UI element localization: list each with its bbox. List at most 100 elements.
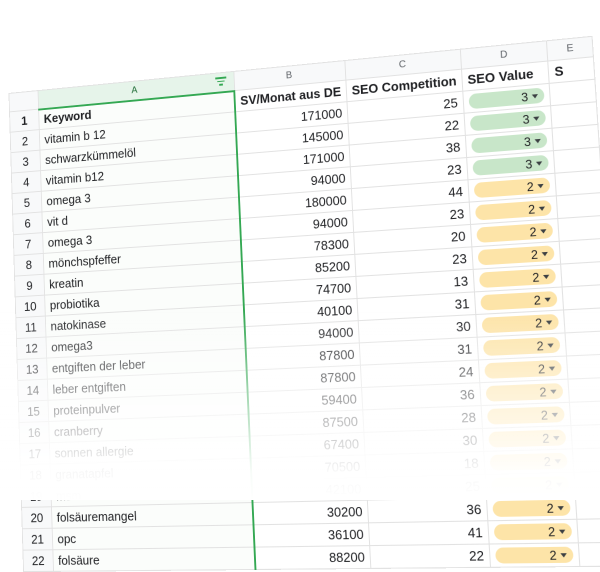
seo-value-dropdown[interactable]: 3 <box>468 87 546 110</box>
next-column-cell[interactable] <box>556 192 600 219</box>
sv-cell[interactable]: 42100 <box>251 477 368 503</box>
seo-value-text: 2 <box>541 430 550 446</box>
row-number[interactable]: 17 <box>19 442 51 465</box>
seo-value-dropdown[interactable]: 2 <box>492 499 572 517</box>
next-column-cell[interactable] <box>559 238 600 265</box>
next-column-cell[interactable] <box>568 377 600 403</box>
seo-value-dropdown[interactable]: 2 <box>477 245 556 266</box>
row-number[interactable]: 12 <box>16 337 47 360</box>
seo-value-dropdown[interactable]: 3 <box>469 109 547 132</box>
seo-value-dropdown[interactable]: 2 <box>489 452 569 471</box>
row-number[interactable]: 19 <box>20 485 52 508</box>
seo-value-dropdown[interactable]: 2 <box>484 359 563 379</box>
column-letter: E <box>566 42 574 55</box>
competition-cell[interactable]: 30 <box>363 428 484 455</box>
keyword-cell[interactable]: opc <box>52 524 255 550</box>
row-number[interactable]: 7 <box>13 232 44 256</box>
column-header-e[interactable]: E <box>546 36 594 62</box>
select-all-corner[interactable] <box>8 90 39 112</box>
next-column-cell[interactable] <box>565 330 600 356</box>
value-cell[interactable]: 2 <box>484 472 576 498</box>
competition-cell[interactable]: 36 <box>367 497 488 523</box>
seo-value-dropdown[interactable]: 2 <box>480 290 558 311</box>
keyword-cell[interactable]: folsäure <box>52 547 256 572</box>
value-cell[interactable]: 2 <box>483 448 575 475</box>
seo-value-dropdown[interactable]: 2 <box>485 383 564 402</box>
row-number[interactable]: 5 <box>12 191 43 215</box>
column-letter: D <box>499 49 508 61</box>
row-number[interactable]: 16 <box>19 421 50 444</box>
row-number[interactable]: 22 <box>22 549 54 572</box>
next-column-cell[interactable] <box>553 147 600 174</box>
competition-cell[interactable]: 25 <box>366 474 487 501</box>
value-cell[interactable]: 2 <box>479 379 570 406</box>
value-cell[interactable]: 2 <box>488 542 581 568</box>
seo-value-dropdown[interactable]: 3 <box>470 132 548 154</box>
next-column-cell[interactable] <box>571 424 600 449</box>
row-number[interactable]: 21 <box>22 528 53 551</box>
chevron-down-icon <box>554 458 562 464</box>
seo-value-dropdown[interactable]: 2 <box>493 523 573 541</box>
row-number[interactable]: 18 <box>20 464 51 487</box>
row-number[interactable]: 3 <box>10 150 41 174</box>
row-number[interactable]: 14 <box>17 379 49 402</box>
row-number[interactable]: 15 <box>18 400 49 423</box>
next-column-cell[interactable] <box>577 518 600 543</box>
next-column-cell[interactable] <box>563 307 600 333</box>
seo-value-dropdown[interactable]: 2 <box>474 199 553 221</box>
row-number[interactable]: 6 <box>12 211 43 235</box>
sv-cell[interactable]: 36100 <box>253 522 370 548</box>
competition-cell[interactable]: 22 <box>369 544 491 569</box>
sv-cell[interactable]: 88200 <box>254 545 371 570</box>
seo-value-text: 2 <box>530 246 539 262</box>
row-number[interactable]: 10 <box>15 295 46 318</box>
next-column-cell[interactable] <box>566 353 600 380</box>
chevron-down-icon <box>534 138 542 143</box>
competition-cell[interactable]: 41 <box>368 520 489 546</box>
seo-value-dropdown[interactable]: 2 <box>482 336 561 357</box>
chevron-down-icon <box>540 228 548 234</box>
row-number[interactable]: 20 <box>21 506 53 529</box>
seo-value-dropdown[interactable]: 2 <box>476 222 554 243</box>
row-number[interactable]: 1 <box>9 109 40 133</box>
seo-value-dropdown[interactable]: 3 <box>472 154 550 176</box>
seo-value-dropdown[interactable]: 2 <box>481 313 560 334</box>
seo-value-dropdown[interactable]: 2 <box>488 429 567 448</box>
row-number[interactable]: 2 <box>10 129 41 153</box>
row-number[interactable]: 9 <box>14 274 45 297</box>
next-column-cell[interactable] <box>562 284 600 310</box>
seo-value-dropdown[interactable]: 2 <box>494 546 575 564</box>
seo-value-dropdown[interactable]: 2 <box>473 177 551 199</box>
competition-cell[interactable]: 18 <box>364 451 485 478</box>
value-cell[interactable]: 2 <box>487 519 579 545</box>
row-number[interactable]: 4 <box>11 170 42 194</box>
next-column-cell[interactable] <box>555 169 600 196</box>
value-cell[interactable]: 2 <box>486 495 578 521</box>
next-column-cell[interactable] <box>575 494 600 520</box>
chevron-down-icon <box>556 482 563 487</box>
seo-value-dropdown[interactable]: 2 <box>478 268 557 289</box>
next-column-cell[interactable] <box>561 261 600 287</box>
next-column-cell[interactable] <box>572 447 600 473</box>
sv-cell[interactable]: 30200 <box>252 500 369 525</box>
filter-icon[interactable] <box>214 76 227 90</box>
next-column-cell[interactable] <box>569 400 600 426</box>
seo-value-text: 2 <box>536 338 545 354</box>
sv-cell[interactable]: 67400 <box>249 432 365 459</box>
row-number[interactable]: 8 <box>13 253 45 277</box>
seo-value-text: 2 <box>546 500 555 516</box>
sv-cell[interactable]: 70500 <box>250 454 367 481</box>
value-cell[interactable]: 2 <box>482 425 573 452</box>
seo-value-text: 2 <box>540 407 549 423</box>
row-number[interactable]: 11 <box>15 316 47 339</box>
next-column-cell[interactable] <box>558 215 600 242</box>
next-column-cell[interactable] <box>574 471 600 496</box>
chevron-down-icon <box>537 183 545 188</box>
next-column-cell[interactable] <box>578 542 600 567</box>
seo-value-text: 2 <box>526 178 535 194</box>
value-cell[interactable]: 2 <box>480 402 572 429</box>
seo-value-dropdown[interactable]: 2 <box>486 406 566 425</box>
seo-value-text: 3 <box>524 156 533 172</box>
seo-value-dropdown[interactable]: 2 <box>490 476 570 494</box>
row-number[interactable]: 13 <box>17 358 48 381</box>
